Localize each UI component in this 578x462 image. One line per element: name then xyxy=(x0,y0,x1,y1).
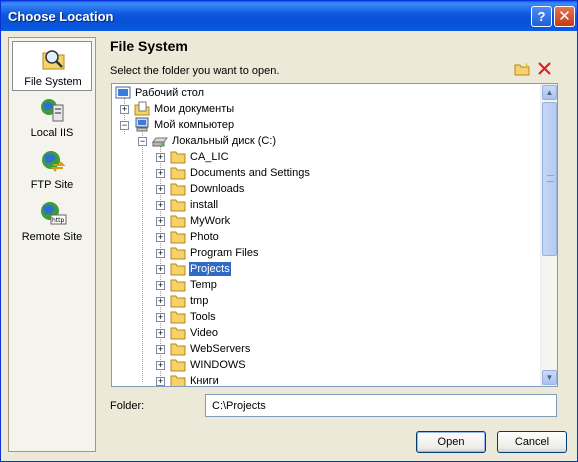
scroll-down-button[interactable]: ▼ xyxy=(542,370,557,385)
expand-button[interactable]: + xyxy=(156,297,165,306)
expand-button[interactable]: + xyxy=(156,313,165,322)
place-label: Local IIS xyxy=(30,127,74,139)
tree-node-label: Tools xyxy=(190,311,216,323)
tree-node-label: Photo xyxy=(190,231,219,243)
documents-icon xyxy=(134,101,150,116)
expand-button[interactable]: + xyxy=(156,169,165,178)
title-bar[interactable]: Choose Location ? ✕ xyxy=(1,1,577,31)
expand-button[interactable]: + xyxy=(156,345,165,354)
tree-node-label: MyWork xyxy=(190,215,231,227)
close-button[interactable]: ✕ xyxy=(554,6,575,27)
expand-button[interactable]: + xyxy=(156,217,165,226)
folder-icon xyxy=(170,199,186,212)
place-ftp-site[interactable]: FTP Site xyxy=(12,145,92,195)
tree-node-label: Video xyxy=(190,327,218,339)
page-title: File System xyxy=(110,38,188,54)
tree-line xyxy=(142,130,143,382)
place-local-iis[interactable]: Local IIS xyxy=(12,93,92,143)
expand-button[interactable]: + xyxy=(120,105,129,114)
place-label: Remote Site xyxy=(21,231,83,243)
tree-node-label: WINDOWS xyxy=(190,359,246,371)
collapse-button[interactable]: − xyxy=(138,137,147,146)
expand-button[interactable]: + xyxy=(156,281,165,290)
folder-icon xyxy=(170,279,186,292)
http-globe-icon: http xyxy=(41,202,67,225)
open-button[interactable]: Open xyxy=(416,431,486,453)
delete-icon[interactable] xyxy=(537,61,552,76)
tree-node-label: WebServers xyxy=(190,343,251,355)
tree-node-label: Projects xyxy=(189,262,231,276)
folder-icon xyxy=(170,343,186,356)
places-bar: File System Local IIS FTP Site http Remo… xyxy=(8,37,96,452)
expand-button[interactable]: + xyxy=(156,153,165,162)
tree-node-label: Рабочий стол xyxy=(135,87,205,99)
tree-node-label: Downloads xyxy=(190,183,245,195)
place-label: FTP Site xyxy=(30,179,74,191)
ftp-globe-icon xyxy=(42,151,66,172)
folder-icon xyxy=(170,263,186,276)
folder-tree[interactable]: Рабочий стол + Мои документы − Мой компь… xyxy=(111,83,558,387)
tree-node-label: Мои документы xyxy=(154,103,235,115)
expand-button[interactable]: + xyxy=(156,377,165,386)
tree-node-label: Documents and Settings xyxy=(190,167,310,179)
folder-icon xyxy=(170,167,186,180)
choose-location-dialog: Choose Location ? ✕ File System Local II… xyxy=(0,0,578,462)
expand-button[interactable]: + xyxy=(156,185,165,194)
tree-node-label: install xyxy=(190,199,219,211)
iis-server-icon xyxy=(41,99,64,122)
folder-icon xyxy=(170,295,186,308)
tree-node-label: tmp xyxy=(190,295,209,307)
place-label: File System xyxy=(24,76,82,88)
expand-button[interactable]: + xyxy=(156,233,165,242)
window-title: Choose Location xyxy=(8,9,114,24)
folder-icon xyxy=(170,359,186,372)
folder-icon xyxy=(170,311,186,324)
scroll-up-button[interactable]: ▲ xyxy=(542,85,557,100)
folder-search-icon xyxy=(42,50,65,70)
folder-icon xyxy=(170,231,186,244)
folder-icon xyxy=(170,375,186,386)
desktop-icon xyxy=(115,86,131,99)
tree-node-label: Книги xyxy=(190,375,219,387)
tree-node-label: Локальный диск (C:) xyxy=(172,135,277,147)
new-folder-icon[interactable] xyxy=(514,62,530,76)
cancel-button[interactable]: Cancel xyxy=(497,431,567,453)
folder-field-label: Folder: xyxy=(110,400,145,412)
tree-node-label: Temp xyxy=(190,279,217,291)
folder-path-input[interactable] xyxy=(205,394,557,417)
folder-icon xyxy=(170,327,186,340)
folder-icon xyxy=(170,183,186,196)
tree-node-label: CA_LIC xyxy=(190,151,229,163)
tree-node-label: Мой компьютер xyxy=(154,119,235,131)
expand-button[interactable]: + xyxy=(156,329,165,338)
tree-node-label: Program Files xyxy=(190,247,259,259)
hard-drive-icon xyxy=(152,137,168,147)
expand-button[interactable]: + xyxy=(156,361,165,370)
help-button[interactable]: ? xyxy=(531,6,552,27)
folder-icon xyxy=(170,247,186,260)
place-remote-site[interactable]: http Remote Site xyxy=(12,197,92,247)
folder-icon xyxy=(170,151,186,164)
expand-button[interactable]: + xyxy=(156,249,165,258)
vertical-scrollbar[interactable]: ▲ ▼ xyxy=(540,84,557,386)
collapse-button[interactable]: − xyxy=(120,121,129,130)
scroll-thumb[interactable] xyxy=(542,102,557,256)
expand-button[interactable]: + xyxy=(156,265,165,274)
computer-icon xyxy=(135,117,149,132)
instruction-text: Select the folder you want to open. xyxy=(110,65,280,77)
place-file-system[interactable]: File System xyxy=(12,41,92,91)
folder-icon xyxy=(170,215,186,228)
svg-text:http: http xyxy=(52,217,65,224)
expand-button[interactable]: + xyxy=(156,201,165,210)
